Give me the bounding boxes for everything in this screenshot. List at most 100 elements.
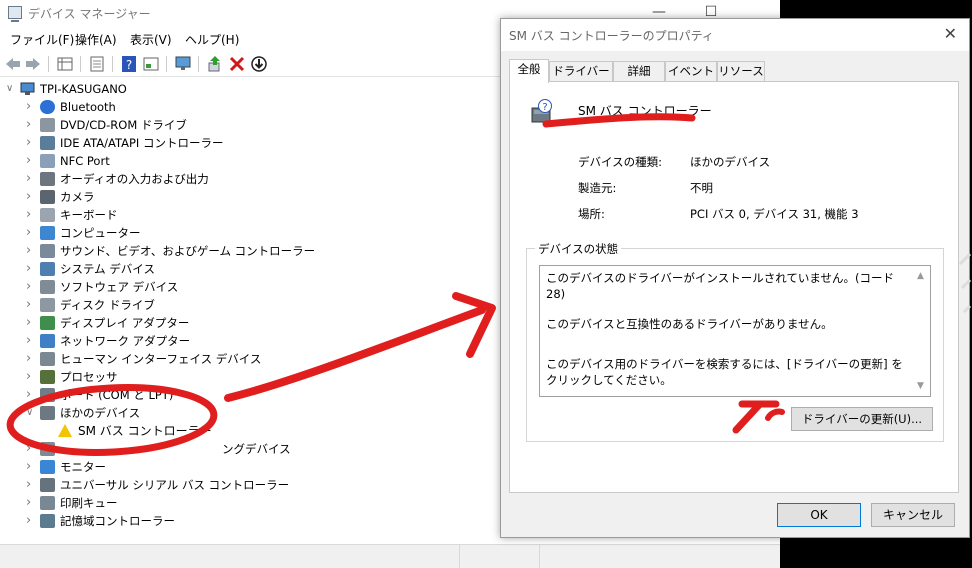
chevron-right-icon[interactable]: ›: [26, 170, 36, 188]
tab-events[interactable]: イベント: [665, 61, 717, 81]
chevron-right-icon[interactable]: ›: [26, 152, 36, 170]
status-scrollbar[interactable]: ▲ ▼: [914, 266, 930, 396]
status-line: このデバイス用のドライバーを検索するには、[ドライバーの更新] をクリックしてく…: [546, 357, 903, 387]
properties-dialog: SM バス コントローラーのプロパティ ✕ 全般 ドライバー 詳細 イベント リ…: [500, 18, 970, 538]
tree-item-label: ディスク ドライブ: [60, 298, 155, 312]
tree-item-label: SM バス コントローラー: [78, 424, 212, 438]
chevron-right-icon[interactable]: ›: [26, 242, 36, 260]
tree-item-label: NFC Port: [60, 154, 110, 168]
bluetooth-icon: [40, 100, 55, 114]
ide-controller-icon: [40, 136, 55, 150]
optical-drive-icon: [40, 118, 55, 132]
disk-drive-icon: [40, 298, 55, 312]
chevron-right-icon[interactable]: ›: [26, 314, 36, 332]
toolbar-separator: [198, 56, 199, 72]
chevron-right-icon[interactable]: ›: [26, 458, 36, 476]
warning-device-icon: [58, 424, 72, 437]
chevron-right-icon[interactable]: ›: [26, 386, 36, 404]
close-icon[interactable]: ✕: [944, 24, 957, 43]
computer-icon: [40, 226, 55, 240]
chevron-right-icon[interactable]: ›: [26, 278, 36, 296]
properties-grid-icon[interactable]: [56, 55, 74, 73]
menu-help[interactable]: ヘルプ(H): [185, 31, 239, 48]
tab-details[interactable]: 詳細: [613, 61, 665, 81]
svg-text:?: ?: [542, 102, 547, 113]
menu-file[interactable]: ファイル(F): [10, 31, 74, 48]
tab-driver[interactable]: ドライバー: [549, 61, 613, 81]
unknown-device-icon: [40, 406, 55, 420]
chevron-down-icon[interactable]: ∨: [6, 80, 16, 98]
chevron-right-icon[interactable]: ›: [26, 98, 36, 116]
view-icon[interactable]: [142, 55, 160, 73]
svg-text:?: ?: [126, 58, 132, 72]
tree-item-label: IDE ATA/ATAPI コントローラー: [60, 136, 224, 150]
general-tab-panel: ? SM バス コントローラー デバイスの種類: ほかのデバイス 製造元: 不明…: [509, 81, 959, 493]
status-cell: [460, 545, 540, 568]
chevron-right-icon[interactable]: ›: [26, 296, 36, 314]
system-device-icon: [40, 262, 55, 276]
chevron-right-icon[interactable]: ›: [26, 134, 36, 152]
forward-arrow-icon[interactable]: [24, 55, 42, 73]
update-list-icon[interactable]: [88, 55, 106, 73]
device-name: SM バス コントローラー: [578, 104, 712, 118]
chevron-right-icon[interactable]: ›: [26, 350, 36, 368]
software-device-icon: [40, 280, 55, 294]
device-manager-app-icon: [8, 6, 22, 22]
tab-resources[interactable]: リソース: [717, 61, 765, 81]
port-icon: [40, 388, 55, 402]
display-adapter-icon: [40, 316, 55, 330]
toolbar-separator: [80, 56, 81, 72]
tree-item-label: ヒューマン インターフェイス デバイス: [60, 352, 262, 366]
ok-button[interactable]: OK: [777, 503, 861, 527]
tree-item-label: キーボード: [60, 208, 118, 222]
status-cell: [0, 545, 460, 568]
dialog-titlebar: SM バス コントローラーのプロパティ ✕: [501, 19, 969, 51]
chevron-right-icon[interactable]: ›: [26, 224, 36, 242]
chevron-right-icon[interactable]: ›: [26, 368, 36, 386]
menu-view[interactable]: 表示(V): [130, 31, 172, 48]
tree-item-label: ングデバイス: [222, 442, 291, 456]
help-icon[interactable]: ?: [120, 55, 138, 73]
chevron-right-icon[interactable]: ›: [26, 494, 36, 512]
hid-icon: [40, 352, 55, 366]
processor-icon: [40, 370, 55, 384]
tree-item-label: サウンド、ビデオ、およびゲーム コントローラー: [60, 244, 316, 258]
cancel-button[interactable]: キャンセル: [871, 503, 955, 527]
device-status-legend: デバイスの状態: [535, 241, 622, 257]
update-driver-button[interactable]: ドライバーの更新(U)...: [791, 407, 933, 431]
tab-general[interactable]: 全般: [509, 59, 549, 83]
edge-scribble: [958, 252, 972, 314]
network-adapter-icon: [40, 334, 55, 348]
chevron-right-icon[interactable]: ›: [26, 476, 36, 494]
chevron-right-icon[interactable]: ›: [26, 260, 36, 278]
device-tree: ∨ TPI-KASUGANO › Bluetooth › DVD/CD-ROM ドライ…: [0, 80, 500, 542]
keyboard-icon: [40, 208, 55, 222]
tree-item-label: モニター: [60, 460, 106, 474]
chevron-right-icon[interactable]: ›: [26, 332, 36, 350]
device-status-textbox[interactable]: このデバイスのドライバーがインストールされていません。(コード 28) このデバ…: [539, 265, 931, 397]
chevron-down-icon[interactable]: ∨: [26, 404, 36, 422]
menu-action[interactable]: 操作(A): [75, 31, 117, 48]
chevron-right-icon[interactable]: ›: [26, 512, 36, 530]
tree-item-label: カメラ: [60, 190, 95, 204]
computer-root-icon: [20, 82, 35, 95]
chevron-right-icon[interactable]: ›: [26, 188, 36, 206]
dialog-title: SM バス コントローラーのプロパティ: [509, 29, 714, 43]
prop-location-value: PCI バス 0, デバイス 31, 機能 3: [690, 207, 859, 221]
chevron-right-icon[interactable]: ›: [26, 440, 36, 458]
back-arrow-icon[interactable]: [4, 55, 22, 73]
tree-item-label: ソフトウェア デバイス: [60, 280, 179, 294]
add-driver-icon[interactable]: [206, 55, 224, 73]
download-circle-icon[interactable]: [250, 55, 268, 73]
tree-item-label: ほかのデバイス: [60, 406, 141, 420]
chevron-right-icon[interactable]: ›: [26, 206, 36, 224]
scroll-up-icon[interactable]: ▲: [917, 268, 924, 284]
monitor-scan-icon[interactable]: [174, 55, 192, 73]
unknown-device-icon: ?: [531, 99, 552, 123]
chevron-right-icon[interactable]: ›: [26, 116, 36, 134]
tree-item-label: オーディオの入力および出力: [60, 172, 209, 186]
scroll-down-icon[interactable]: ▼: [917, 378, 924, 394]
uninstall-x-icon[interactable]: [228, 55, 246, 73]
printer-icon: [40, 496, 55, 510]
storage-controller-icon: [40, 514, 55, 528]
